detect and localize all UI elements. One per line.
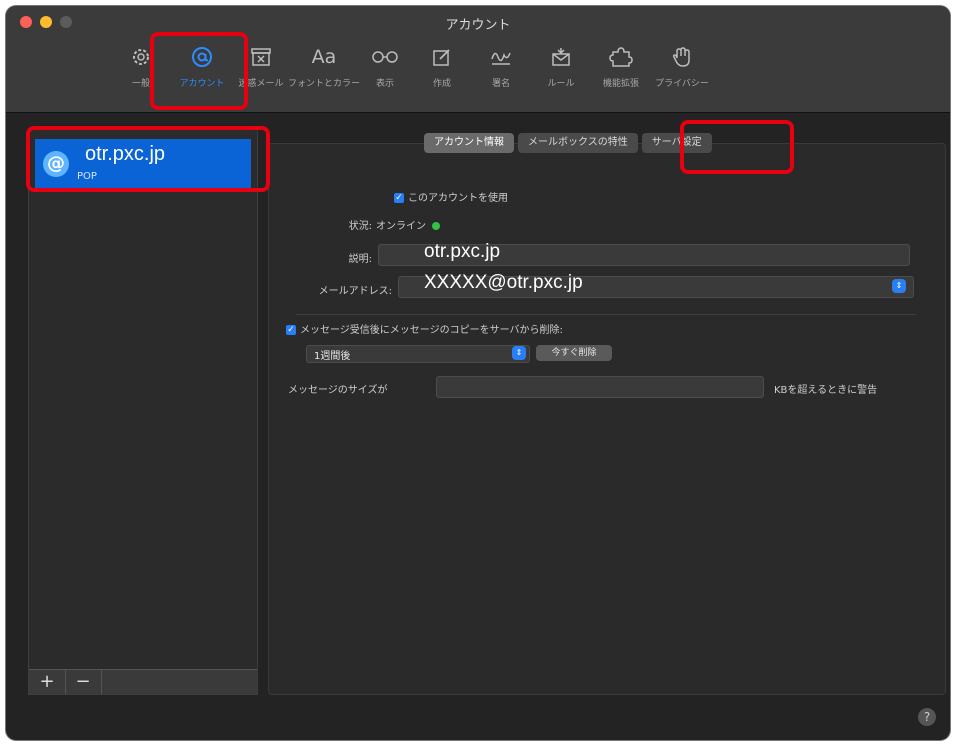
tab-server-settings[interactable]: サーバ設定 <box>641 133 712 153</box>
remove-after-value: 1週間後 <box>314 351 351 362</box>
account-list-item[interactable]: @ otr.pxc.jp POP <box>35 139 251 191</box>
tab-mailbox-behaviors[interactable]: メールボックスの特性 <box>518 133 638 153</box>
message-size-field[interactable] <box>436 376 764 398</box>
at-icon: @ <box>43 151 69 177</box>
remove-account-button[interactable]: − <box>65 670 102 694</box>
email-label: メールアドレス: <box>318 286 392 297</box>
enable-account-row[interactable]: ✓ このアカウントを使用 <box>394 189 508 204</box>
settings-tabs: アカウント情報 メールボックスの特性 サーバ設定 <box>424 133 716 155</box>
remove-copy-checkbox[interactable]: ✓ <box>286 325 296 335</box>
toolbar-privacy[interactable]: プライバシー <box>642 40 722 89</box>
divider <box>296 314 916 315</box>
sidebar-footer: + − <box>29 669 257 694</box>
email-value: XXXXX@otr.pxc.jp <box>424 272 583 293</box>
add-account-button[interactable]: + <box>29 670 66 694</box>
status-value: オンライン <box>376 221 426 232</box>
hand-icon <box>642 40 722 74</box>
online-status-dot <box>432 222 440 230</box>
help-button[interactable]: ? <box>918 708 936 726</box>
status-label: 状況: <box>348 221 372 232</box>
enable-account-checkbox[interactable]: ✓ <box>394 193 404 203</box>
enable-account-label: このアカウントを使用 <box>408 193 508 204</box>
remove-copy-row[interactable]: ✓ メッセージ受信後にメッセージのコピーをサーバから削除: <box>286 321 563 336</box>
size-prefix-label: メッセージのサイズが <box>288 385 388 396</box>
remove-copy-label: メッセージ受信後にメッセージのコピーをサーバから削除: <box>300 325 563 336</box>
accounts-sidebar: @ otr.pxc.jp POP + − <box>28 128 258 695</box>
toolbar-privacy-label: プライバシー <box>655 79 709 89</box>
description-value: otr.pxc.jp <box>424 241 501 262</box>
tab-account-info[interactable]: アカウント情報 <box>424 133 514 153</box>
account-type: POP <box>77 171 97 182</box>
chevron-updown-icon[interactable]: ⇕ <box>512 346 526 360</box>
window-title: アカウント <box>445 18 511 33</box>
status-row: オンライン <box>376 217 440 232</box>
titlebar: アカウント 一般 アカウント 迷惑メール Aa フォントとカラー 表示 作成 署… <box>6 6 950 113</box>
description-label: 説明: <box>348 254 372 265</box>
preferences-window: アカウント 一般 アカウント 迷惑メール Aa フォントとカラー 表示 作成 署… <box>6 6 950 740</box>
account-name: otr.pxc.jp <box>85 143 166 165</box>
size-suffix-label: KBを超えるときに警告 <box>774 385 878 396</box>
remove-now-button[interactable]: 今すぐ削除 <box>536 345 612 361</box>
chevron-updown-icon[interactable]: ⇕ <box>892 279 906 293</box>
